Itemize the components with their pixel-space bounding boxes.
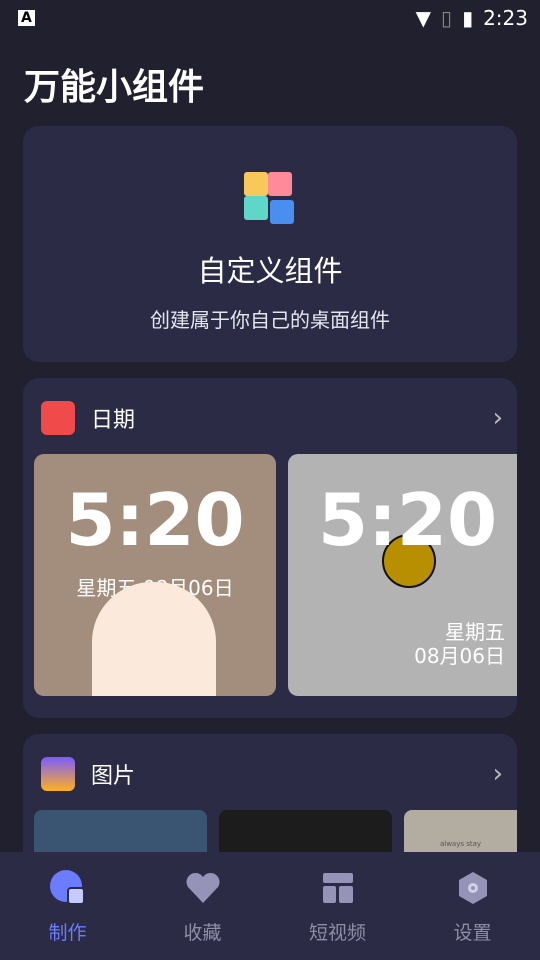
nav-label: 设置 [453,922,492,944]
section-title: 图片 [91,764,136,789]
layout-icon [322,873,353,903]
nav-label: 收藏 [183,922,222,944]
nav-make[interactable]: 制作 [0,852,135,960]
preview-text: always stay [439,840,482,848]
bottom-nav: 制作 收藏 短视频 设置 [0,852,540,960]
nav-short-video[interactable]: 短视频 [270,852,405,960]
date-widget-bear[interactable]: 5:20 星期五 08月06日 [34,454,276,696]
widget-icon [49,870,85,905]
widget-time: 5:20 [318,478,498,562]
calendar-icon [41,401,75,435]
clock: 2:23 [483,6,528,30]
nav-label: 短视频 [308,922,366,944]
widget-date: 08月06日 [414,644,505,668]
battery-icon: ▮ [462,6,474,30]
nav-label: 制作 [48,922,87,944]
nav-settings[interactable]: 设置 [405,852,540,960]
chevron-right-icon[interactable]: › [493,403,503,433]
gear-icon [458,872,487,904]
chevron-right-icon[interactable]: › [493,759,503,789]
heart-icon [185,872,220,903]
no-sim-icon: ▯ [441,6,453,30]
wifi-icon: ▼ [415,6,432,30]
image-section-header[interactable]: 图片 › [41,754,503,794]
page-title: 万能小组件 [24,67,205,108]
date-widget-sun[interactable]: 5:20 星期五 08月06日 [288,454,517,696]
widget-time: 5:20 [65,478,245,562]
bear-image [92,582,216,696]
nav-favorites[interactable]: 收藏 [135,852,270,960]
hero-subtitle: 创建属于你自己的桌面组件 [150,308,390,332]
puzzle-icon [244,172,294,224]
date-section: 日期 › 5:20 星期五 08月06日 5:20 星期五 08月06日 [23,378,517,718]
hero-title: 自定义组件 [197,254,343,288]
section-title: 日期 [91,408,136,433]
custom-widget-card[interactable]: 自定义组件 创建属于你自己的桌面组件 [23,126,517,362]
picture-icon [41,757,75,791]
status-bar: A ▼ ▯ ▮ 2:23 [0,0,540,36]
date-section-header[interactable]: 日期 › [41,398,503,438]
notification-icon: A [18,10,35,26]
